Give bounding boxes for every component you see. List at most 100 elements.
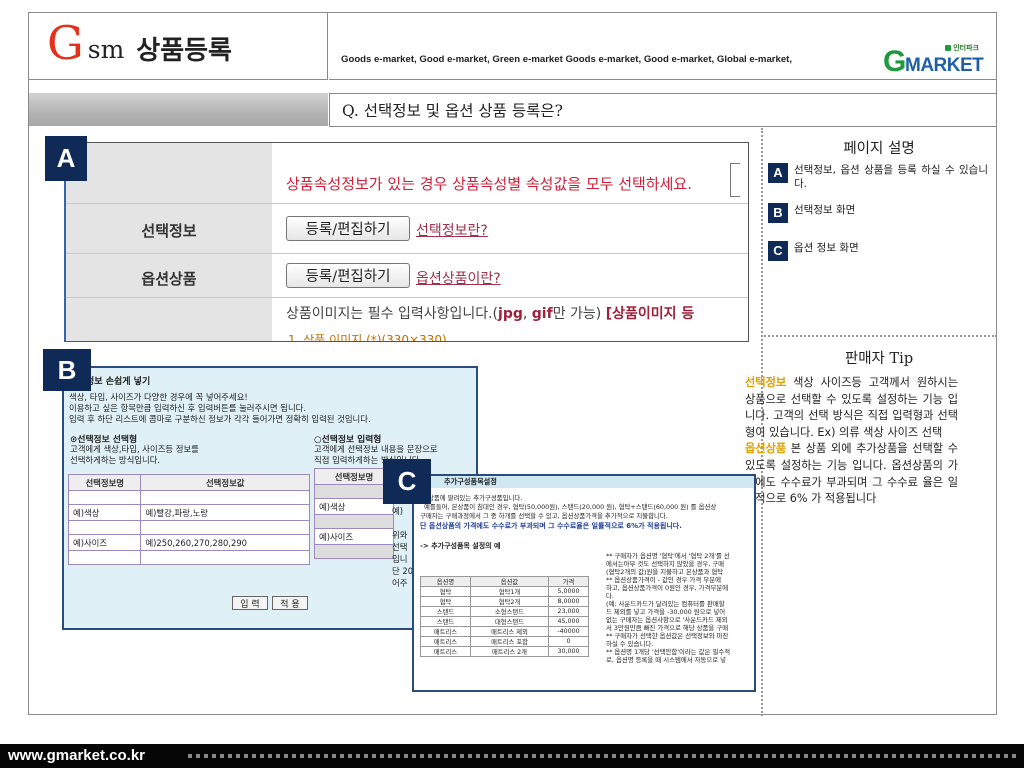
option-product-help-link[interactable]: 옵션상품이란? <box>416 268 501 288</box>
input-button[interactable]: 입 력 <box>232 596 268 610</box>
cell: 대형스탠드 <box>470 616 549 627</box>
c-right-11: ** 구매자가 선택한 옵션값은 선택정보와 마찬 <box>606 632 729 640</box>
cell: 0 <box>548 636 589 647</box>
row-option-product: 옵션상품 등록/편집하기 옵션상품이란? <box>66 253 748 297</box>
panel-c-header: 추가구성품목설정 <box>414 476 754 488</box>
c-right-13: ** 옵션명 1개당 '선택안함'이라는 값은 필수적 <box>606 648 731 656</box>
c-fee-notice: 단 옵션상품의 가격에도 수수료가 부과되며 그 수수료율은 일률적으로 6%가… <box>420 522 682 530</box>
value-input[interactable] <box>140 550 310 565</box>
gmarket-word: MARKET <box>905 55 984 76</box>
gmarket-g: G <box>883 45 907 78</box>
footer-url[interactable]: www.gmarket.co.kr <box>8 747 145 764</box>
tip-1: 선택정보 색상 사이즈등 고객께서 원하시는 상품으로 선택할 수 있도록 설정… <box>745 375 958 441</box>
label-c: C <box>768 241 788 261</box>
col-select-name: 선택정보명 <box>67 474 142 491</box>
panel-a-screenshot: 상품속성정보가 있는 경우 상품속성별 속성값을 모두 선택하세요. 선택정보 … <box>64 142 749 342</box>
c-line-3: 구매자는 구매과정에서 그 중 하개를 선택할 수 있고, 옵션상품가격을 추가… <box>420 512 668 520</box>
cell: 매트리스 포함 <box>470 636 549 647</box>
col-select-value: 선택정보값 <box>140 474 310 491</box>
cell: 5,0000 <box>548 586 589 597</box>
input-name-field[interactable] <box>314 514 394 529</box>
example-value-color: 예)빨강,파랑,노랑 <box>140 504 310 521</box>
c-line-1: 상품에 딸려있는 추가구성품입니다. <box>428 494 523 502</box>
cell: 매트리스 <box>420 646 471 657</box>
cell: 협탁1개 <box>470 586 549 597</box>
select-type-desc-1: 고객에게 색상,타입, 사이즈등 정보를 <box>70 444 199 454</box>
th-option-name: 옵션명 <box>420 576 471 587</box>
apply-button[interactable]: 적 용 <box>272 596 308 610</box>
image-format-sep: , <box>522 306 532 322</box>
image-required-note: 상품이미지는 필수 입력사항입니다.(jpg, gif만 가능) [상품이미지 … <box>286 303 694 323</box>
panel-a-badge: A <box>45 136 87 181</box>
value-input[interactable] <box>140 490 310 505</box>
c-right-7: (예: 사운드카드가 달려있는 컴퓨터를 판매할 <box>606 600 725 608</box>
cell: 협탁 <box>420 586 471 597</box>
desc-text-a: 선택정보, 옵션 상품을 등록 하실 수 있습니다. <box>794 164 988 190</box>
c-right-3: (협탁2개의 값)원을 지불하고 본상품과 협탁 <box>606 568 724 576</box>
panel-b-line-2: 이용하고 싶은 항목만큼 입력하신 후 입력버튼를 눌러주시면 됩니다. <box>69 403 307 413</box>
th-price: 가격 <box>548 576 589 587</box>
panel-c-screenshot: 추가구성품목설정 상품에 딸려있는 추가구성품입니다. 예를들어, 본상품이 침… <box>412 474 756 692</box>
image-register-link[interactable]: [상품이미지 등 <box>606 306 695 322</box>
cell: 스탠드 <box>420 616 471 627</box>
label-a: A <box>768 163 788 183</box>
interpark-badge: 인터파크 <box>945 43 979 53</box>
c-right-2: 에서는아무 것도 선택하지 않았을 경우, 구매 <box>606 560 725 568</box>
panel-b-line-3: 입력 후 하단 리스트에 콤마로 구분하신 정보가 각각 들어가면 정확히 입력… <box>69 414 371 424</box>
c-right-9: 없는 구매자는 옵션사항으로 '사운드카드 제외 <box>606 616 728 624</box>
value-input[interactable] <box>140 520 310 535</box>
c-right-14: 로, 옵션명 등록을 때 시스템에서 자동으로 넣 <box>606 656 727 664</box>
c-right-12: 하실 수 있습니다. <box>606 640 654 648</box>
b-right-6: 어주 <box>392 578 408 588</box>
footer-dots <box>188 754 1016 758</box>
slogan-text: Goods e-market, Good e-market, Green e-m… <box>341 54 793 65</box>
select-info-help-link[interactable]: 선택정보란? <box>416 220 488 240</box>
cell: 매트리스 2개 <box>470 646 549 657</box>
image-format-jpg: jpg <box>498 306 523 322</box>
tip-1-highlight: 선택정보 <box>745 376 787 389</box>
cell: 매트리스 제외 <box>470 626 549 637</box>
table-row: 매트리스 매트리스 2개 30,000 <box>420 646 589 657</box>
b-right-5: 단 20 <box>392 566 414 576</box>
select-info-edit-button[interactable]: 등록/편집하기 <box>286 216 410 241</box>
table-row: 매트리스 매트리스 포함 0 <box>420 636 589 647</box>
tip-title: 판매자 Tip <box>844 351 914 367</box>
table-row: 스탠드 대형스탠드 45,000 <box>420 616 589 627</box>
panel-b-title: 정보 손쉽게 넣기 <box>86 377 151 387</box>
select-info-table: 선택정보명 선택정보값 예)색상 예)빨강,파랑,노랑 예)사이즈 예)250,260… <box>67 474 310 565</box>
b-right-2: 위와 <box>392 530 408 540</box>
c-example-title: -> 추가구성품목 설정의 예 <box>420 542 501 550</box>
table-row: 협탁 협탁2개 8,0000 <box>420 596 589 607</box>
tip-2-highlight: 옵션상품 <box>745 442 787 456</box>
table-row: 매트리스 매트리스 제외 -40000 <box>420 626 589 637</box>
logo-g: G <box>47 16 84 70</box>
page-title: 상품등록 <box>136 35 232 66</box>
option-product-edit-button[interactable]: 등록/편집하기 <box>286 263 410 288</box>
page-desc-title: 페이지 설명 <box>843 141 915 157</box>
name-input[interactable] <box>67 490 142 505</box>
cell: 30,000 <box>548 646 589 657</box>
b-right-3: 선택 <box>392 542 408 552</box>
c-right-6: 다. <box>606 592 614 600</box>
cell: 소형스탠드 <box>470 606 549 617</box>
desc-item-a: A 선택정보, 옵션 상품을 등록 하실 수 있습니다. <box>768 163 988 191</box>
cell: 협탁 <box>420 596 471 607</box>
name-input[interactable] <box>67 520 142 535</box>
b-right-1: 예) <box>392 506 403 516</box>
image-format-gif: gif <box>531 306 553 322</box>
seller-tips: 선택정보 색상 사이즈등 고객께서 원하시는 상품으로 선택할 수 있도록 설정… <box>745 375 958 508</box>
input-name-field[interactable] <box>314 544 394 559</box>
select-info-label: 선택정보 <box>141 222 197 240</box>
name-input[interactable] <box>67 550 142 565</box>
input-name-field[interactable] <box>314 484 394 499</box>
example-name-size: 예)사이즈 <box>67 534 142 551</box>
desc-text-b: 선택정보 화면 <box>794 204 856 216</box>
slogan-bar: Goods e-market, Good e-market, Green e-m… <box>329 13 997 80</box>
c-right-8: 드 제외를 넣고 가격을 -30,000 원으로 넣어 <box>606 608 726 616</box>
table-row: 스탠드 소형스탠드 23,000 <box>420 606 589 617</box>
th-option-value: 옵션값 <box>470 576 549 587</box>
input-example-color: 예)색상 <box>314 498 394 515</box>
example-value-size: 예)250,260,270,280,290 <box>140 534 310 551</box>
cell: 8,0000 <box>548 596 589 607</box>
example-name-color: 예)색상 <box>67 504 142 521</box>
